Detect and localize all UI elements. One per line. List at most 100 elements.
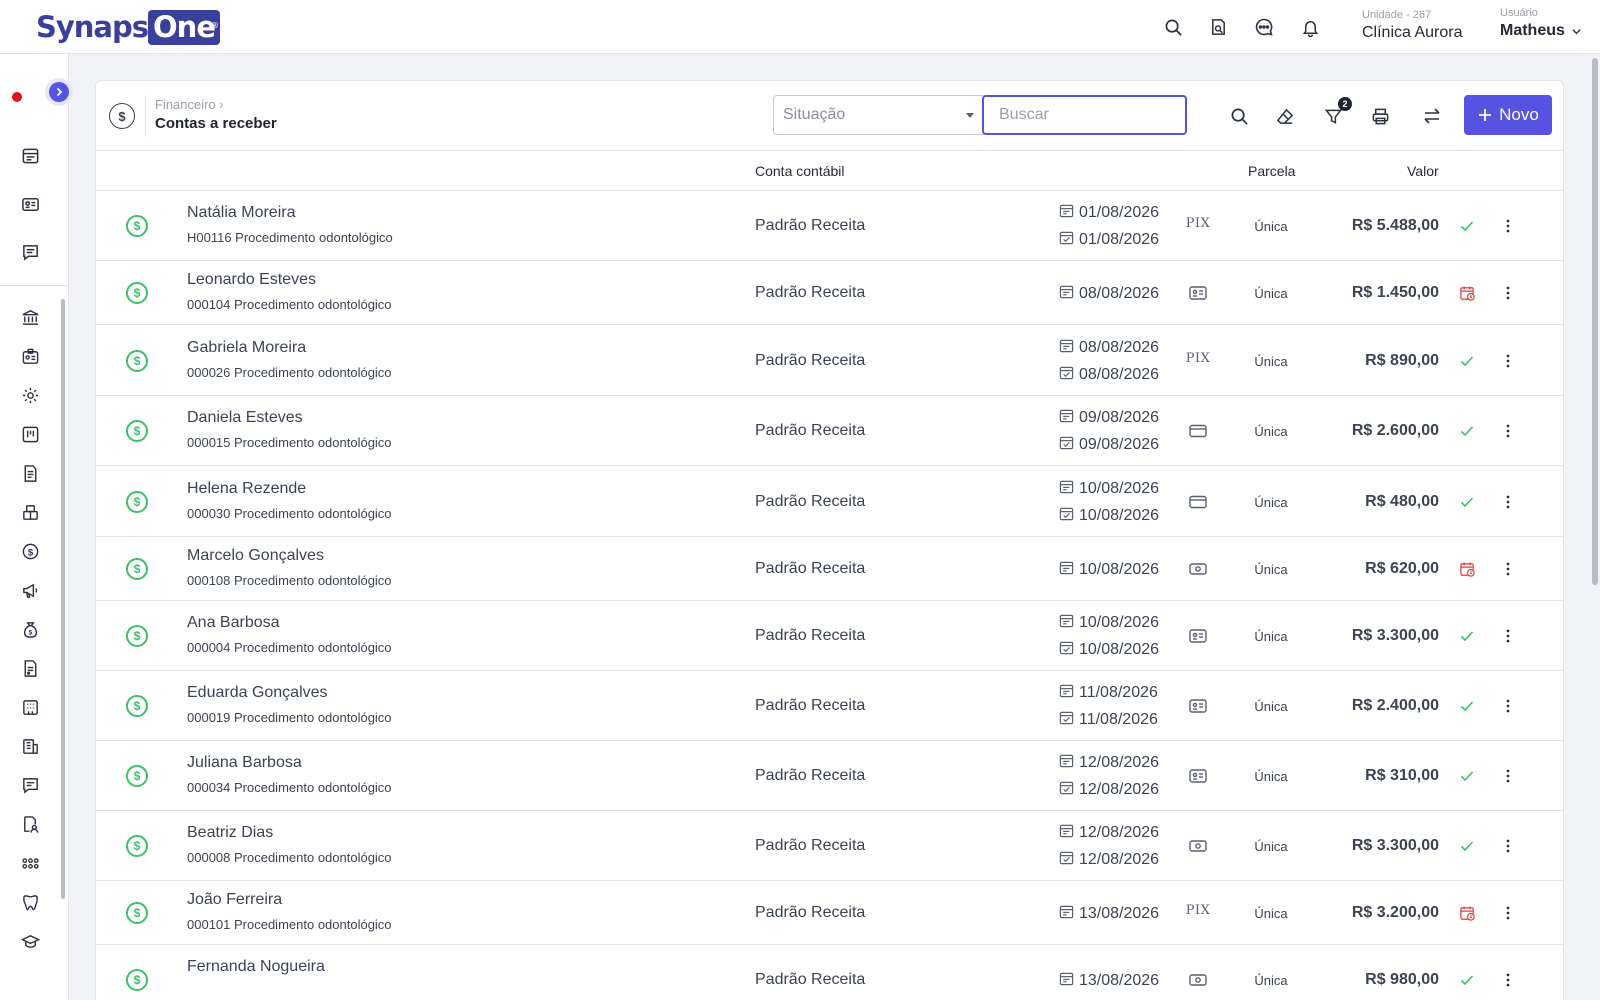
dollar-circle-icon[interactable]: $ [19,540,41,562]
patient-file-icon[interactable] [19,813,41,835]
kanban-icon[interactable] [19,423,41,445]
document-icon[interactable] [19,462,41,484]
calendar-icon [1059,203,1074,223]
column-header-parcel[interactable]: Parcela [1248,163,1295,179]
account-name: Padrão Receita [755,627,866,644]
table-row[interactable]: $ Natália Moreira H00116 Procedimento odon… [96,191,1563,261]
caret-down-icon [966,112,974,118]
payment-date: 10/08/2026 [1059,506,1159,526]
message-icon[interactable] [19,241,41,263]
row-more-menu-icon[interactable] [1498,626,1518,646]
apps-grid-icon[interactable] [19,852,41,874]
page-scrollbar-thumb[interactable] [1592,58,1598,585]
new-button[interactable]: Novo [1464,95,1552,135]
entry-description: 000108 Procedimento odontológico [187,573,392,588]
table-row[interactable]: $ João Ferreira 000101 Procedimento odonto… [96,881,1563,945]
payer-name[interactable]: Eduarda Gonçalves [187,684,328,702]
app-logo[interactable]: Synaps One ® [36,9,220,45]
table-row[interactable]: $ Leonardo Esteves 000104 Procedimento odo… [96,261,1563,325]
overdue-calendar-icon [1458,904,1476,922]
megaphone-icon[interactable] [19,579,41,601]
table-row[interactable]: $ Marcelo Gonçalves 000108 Procedimento od… [96,537,1563,601]
transfer-button[interactable] [1421,105,1443,127]
bell-icon[interactable] [1299,16,1321,38]
row-more-menu-icon[interactable] [1498,216,1518,236]
row-more-menu-icon[interactable] [1498,492,1518,512]
notes-icon[interactable] [19,774,41,796]
receivable-dollar-icon: $ [126,349,148,372]
badge-icon[interactable] [19,345,41,367]
money-bag-icon[interactable]: $ [19,618,41,640]
table-row[interactable]: $ Beatriz Dias 000008 Procedimento odontol… [96,811,1563,881]
bank-icon[interactable] [19,306,41,328]
payer-name[interactable]: Marcelo Gonçalves [187,547,324,565]
sidebar-expand-button[interactable] [49,82,69,102]
row-more-menu-icon[interactable] [1498,421,1518,441]
entry-description: H00116 Procedimento odontológico [187,230,393,245]
column-header-value[interactable]: Valor [1407,163,1439,179]
payer-name[interactable]: Beatriz Dias [187,824,273,842]
report-icon[interactable] [19,657,41,679]
installment: Única [1254,219,1288,234]
table-row[interactable]: $ Gabriela Moreira 000026 Procedimento odo… [96,325,1563,396]
graduation-cap-icon[interactable] [19,930,41,952]
unit-selector[interactable]: Unidade - 267 Clínica Aurora [1362,9,1463,42]
payer-name[interactable]: Natália Moreira [187,204,295,222]
due-date: 11/08/2026 [1059,683,1158,703]
receivable-dollar-icon: $ [126,490,148,513]
search-icon[interactable] [1162,16,1184,38]
search-button[interactable] [1228,105,1250,127]
payer-name[interactable]: Juliana Barbosa [187,754,302,772]
payer-name[interactable]: Daniela Esteves [187,409,303,427]
calendar-icon[interactable] [19,144,41,166]
swap-arrows-icon [1424,108,1440,124]
amount: R$ 5.488,00 [1351,217,1439,234]
row-more-menu-icon[interactable] [1498,836,1518,856]
filter-button[interactable]: 2 [1322,97,1352,127]
office-icon[interactable] [19,735,41,757]
cash-icon [1188,836,1208,861]
installment: Única [1254,629,1288,644]
table-row[interactable]: $ Daniela Esteves 000015 Procedimento odon… [96,396,1563,466]
table-row[interactable]: $ Helena Rezende 000030 Procedimento odont… [96,466,1563,537]
gear-icon[interactable] [19,384,41,406]
row-more-menu-icon[interactable] [1498,903,1518,923]
id-card-icon[interactable] [19,193,41,215]
column-header-account[interactable]: Conta contábil [755,163,845,179]
payment-method: PIX [1186,216,1210,231]
user-menu[interactable]: Usuário Matheus [1500,7,1582,40]
installment: Única [1254,769,1288,784]
payer-name[interactable]: Leonardo Esteves [187,271,316,289]
chat-icon[interactable] [1253,16,1275,38]
row-more-menu-icon[interactable] [1498,970,1518,990]
tooth-icon[interactable] [19,891,41,913]
sidebar-scrollbar[interactable] [61,299,65,899]
row-more-menu-icon[interactable] [1498,559,1518,579]
calendar-icon [1059,479,1074,499]
payer-name[interactable]: Ana Barbosa [187,614,280,632]
document-search-icon[interactable] [1207,16,1229,38]
calendar-check-icon [1059,435,1074,455]
payment-date: 11/08/2026 [1059,710,1158,730]
table-row[interactable]: $ Ana Barbosa 000004 Procedimento odontoló… [96,601,1563,671]
table-row[interactable]: $ Juliana Barbosa 000034 Procedimento odon… [96,741,1563,811]
row-more-menu-icon[interactable] [1498,351,1518,371]
table-row[interactable]: $ Fernanda Nogueira Padrão Receita 13/08/20… [96,945,1563,1000]
row-more-menu-icon[interactable] [1498,766,1518,786]
building-icon[interactable] [19,696,41,718]
breadcrumb[interactable]: Financeiro › [155,97,224,112]
amount: R$ 1.450,00 [1351,284,1439,301]
search-input[interactable] [982,95,1187,135]
payer-name[interactable]: João Ferreira [187,891,282,909]
payer-name[interactable]: Helena Rezende [187,480,306,498]
clear-filters-button[interactable] [1274,105,1296,127]
payer-name[interactable]: Gabriela Moreira [187,339,306,357]
payer-name[interactable]: Fernanda Nogueira [187,958,325,976]
package-icon[interactable] [19,501,41,523]
print-button[interactable] [1369,105,1391,127]
situacao-select[interactable]: Situação [773,95,989,135]
receivable-dollar-icon: $ [126,215,148,237]
row-more-menu-icon[interactable] [1498,283,1518,303]
row-more-menu-icon[interactable] [1498,696,1518,716]
table-row[interactable]: $ Eduarda Gonçalves 000019 Procedimento od… [96,671,1563,741]
